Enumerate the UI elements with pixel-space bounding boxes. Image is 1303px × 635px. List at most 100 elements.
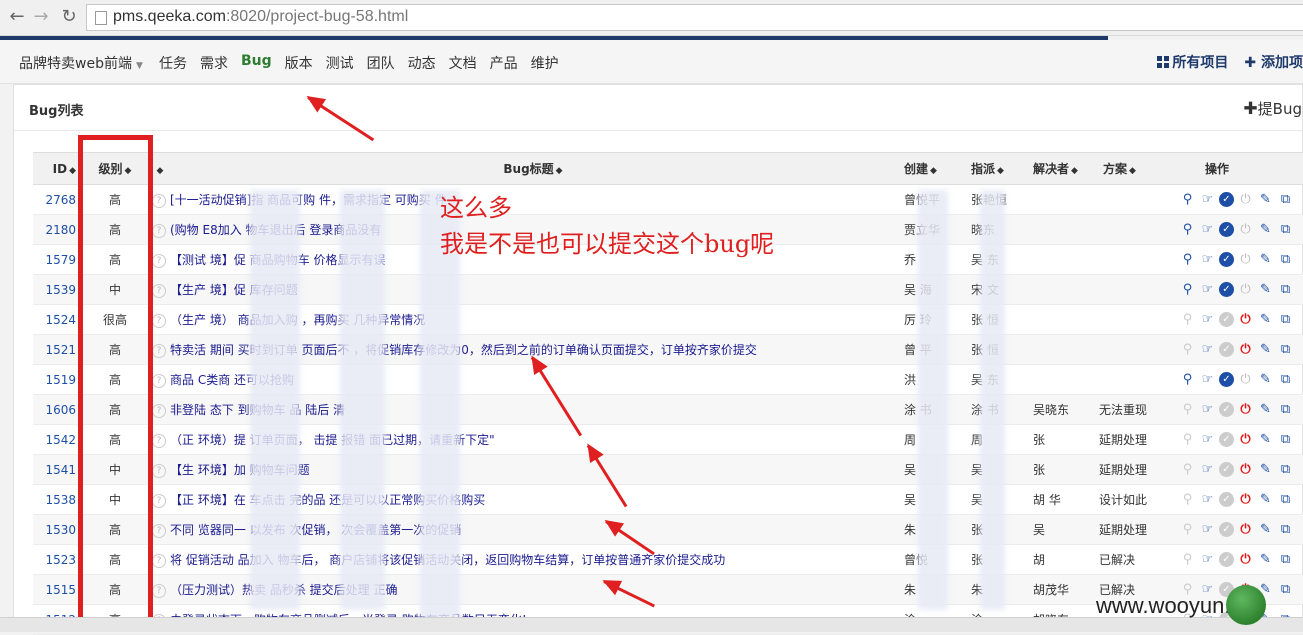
nav-item-5[interactable]: 团队 — [367, 53, 395, 73]
search-icon[interactable]: ⚲ — [1179, 341, 1196, 359]
bug-id-link[interactable]: 1579 — [33, 244, 80, 275]
edit-icon[interactable]: ✎ — [1257, 341, 1274, 359]
edit-icon[interactable]: ✎ — [1257, 431, 1274, 449]
add-project-link[interactable]: ✚ 添加项 — [1244, 52, 1303, 72]
resolve-icon[interactable]: ✓ — [1219, 342, 1234, 357]
edit-icon[interactable]: ✎ — [1257, 491, 1274, 509]
resolve-icon[interactable]: ✓ — [1219, 282, 1234, 297]
confirm-icon[interactable]: ☞ — [1199, 521, 1216, 539]
confirm-icon[interactable]: ☞ — [1199, 311, 1216, 329]
copy-icon[interactable]: ⧉ — [1277, 341, 1294, 359]
search-icon[interactable]: ⚲ — [1179, 401, 1196, 419]
col-assignee[interactable]: 指派 ◆ — [965, 152, 1027, 185]
question-icon[interactable]: ? — [152, 193, 166, 208]
table-row[interactable]: 1530 高? 不同 览器同一 以发布 次促销， 次会覆盖第一次的促销朱张吴延期处理… — [33, 514, 1303, 545]
confirm-icon[interactable]: ☞ — [1199, 191, 1216, 209]
table-row[interactable]: 1539中?【生产 境】促 库存问题吴 海宋 文⚲☞✓⏻✎⧉ — [33, 274, 1303, 305]
close-bug-icon[interactable]: ⏻ — [1237, 401, 1254, 419]
close-bug-icon[interactable]: ⏻ — [1237, 461, 1254, 479]
nav-item-0[interactable]: 任务 — [159, 53, 187, 73]
search-icon[interactable]: ⚲ — [1179, 551, 1196, 569]
table-row[interactable]: 1538 中? 【正 环境】在 车点击 完的品 还是可以以正常购买价格购买吴吴胡 华… — [33, 484, 1303, 515]
edit-icon[interactable]: ✎ — [1257, 551, 1274, 569]
edit-icon[interactable]: ✎ — [1257, 221, 1274, 239]
search-icon[interactable]: ⚲ — [1179, 281, 1196, 299]
resolve-icon[interactable]: ✓ — [1219, 462, 1234, 477]
resolve-icon[interactable]: ✓ — [1219, 522, 1234, 537]
question-icon[interactable]: ? — [152, 553, 166, 568]
bug-id-link[interactable]: 1530 — [33, 514, 80, 545]
copy-icon[interactable]: ⧉ — [1277, 491, 1294, 509]
close-bug-icon[interactable]: ⏻ — [1237, 221, 1254, 239]
search-icon[interactable]: ⚲ — [1179, 431, 1196, 449]
question-icon[interactable]: ? — [152, 433, 166, 448]
search-icon[interactable]: ⚲ — [1179, 191, 1196, 209]
nav-item-1[interactable]: 需求 — [200, 53, 228, 73]
edit-icon[interactable]: ✎ — [1257, 281, 1274, 299]
nav-item-6[interactable]: 动态 — [408, 53, 436, 73]
edit-icon[interactable]: ✎ — [1257, 401, 1274, 419]
bug-id-link[interactable]: 1515 — [33, 574, 80, 605]
question-icon[interactable]: ? — [152, 493, 166, 508]
search-icon[interactable]: ⚲ — [1179, 371, 1196, 389]
table-row[interactable]: 1519高?商品 C类商 还可以抢购洪吴 东⚲☞✓⏻✎⧉ — [33, 364, 1303, 395]
copy-icon[interactable]: ⧉ — [1277, 581, 1294, 599]
table-row[interactable]: 1606高?非登陆 态下 到购物车 品 陆后 清涂 书涂 书吴晓东无法重现⚲☞✓… — [33, 394, 1303, 425]
nav-item-8[interactable]: 产品 — [490, 53, 518, 73]
copy-icon[interactable]: ⧉ — [1277, 431, 1294, 449]
close-bug-icon[interactable]: ⏻ — [1237, 431, 1254, 449]
edit-icon[interactable]: ✎ — [1257, 371, 1274, 389]
table-row[interactable]: 1524很高?（生产 境） 商品加入购 ，再购买 几种异常情况厉 玲张 恒⚲☞✓… — [33, 304, 1303, 335]
nav-item-2[interactable]: Bug — [241, 53, 272, 73]
search-icon[interactable]: ⚲ — [1179, 311, 1196, 329]
copy-icon[interactable]: ⧉ — [1277, 311, 1294, 329]
bug-id-link[interactable]: 1523 — [33, 544, 80, 575]
question-icon[interactable]: ? — [152, 583, 166, 598]
copy-icon[interactable]: ⧉ — [1277, 371, 1294, 389]
copy-icon[interactable]: ⧉ — [1277, 281, 1294, 299]
forward-arrow-icon[interactable]: → — [30, 6, 52, 28]
confirm-icon[interactable]: ☞ — [1199, 341, 1216, 359]
search-icon[interactable]: ⚲ — [1179, 521, 1196, 539]
confirm-icon[interactable]: ☞ — [1199, 431, 1216, 449]
question-icon[interactable]: ? — [152, 223, 166, 238]
copy-icon[interactable]: ⧉ — [1277, 401, 1294, 419]
col-resolver[interactable]: 解决者 ◆ — [1027, 152, 1093, 185]
report-bug-button[interactable]: ✚提Bug — [1243, 98, 1302, 119]
bug-id-link[interactable]: 1541 — [33, 454, 80, 485]
confirm-icon[interactable]: ☞ — [1199, 251, 1216, 269]
question-icon[interactable]: ? — [152, 313, 166, 328]
horizontal-scrollbar[interactable] — [0, 617, 1303, 632]
copy-icon[interactable]: ⧉ — [1277, 551, 1294, 569]
search-icon[interactable]: ⚲ — [1179, 491, 1196, 509]
close-bug-icon[interactable]: ⏻ — [1237, 341, 1254, 359]
close-bug-icon[interactable]: ⏻ — [1237, 311, 1254, 329]
copy-icon[interactable]: ⧉ — [1277, 221, 1294, 239]
back-arrow-icon[interactable]: ← — [6, 6, 28, 28]
nav-item-7[interactable]: 文档 — [449, 53, 477, 73]
resolve-icon[interactable]: ✓ — [1219, 372, 1234, 387]
col-id[interactable]: ID ◆ — [33, 152, 80, 185]
question-icon[interactable]: ? — [152, 523, 166, 538]
close-bug-icon[interactable]: ⏻ — [1237, 251, 1254, 269]
question-icon[interactable]: ? — [152, 283, 166, 298]
resolve-icon[interactable]: ✓ — [1219, 402, 1234, 417]
col-solution[interactable]: 方案 ◆ — [1093, 152, 1175, 185]
confirm-icon[interactable]: ☞ — [1199, 461, 1216, 479]
resolve-icon[interactable]: ✓ — [1219, 192, 1234, 207]
bug-id-link[interactable]: 2768 — [33, 184, 80, 215]
copy-icon[interactable]: ⧉ — [1277, 191, 1294, 209]
confirm-icon[interactable]: ☞ — [1199, 221, 1216, 239]
reload-icon[interactable]: ↻ — [58, 6, 80, 28]
edit-icon[interactable]: ✎ — [1257, 251, 1274, 269]
close-bug-icon[interactable]: ⏻ — [1237, 551, 1254, 569]
edit-icon[interactable]: ✎ — [1257, 311, 1274, 329]
bug-id-link[interactable]: 1521 — [33, 334, 80, 365]
product-switcher[interactable]: 品牌特卖web前端 ▼ — [19, 53, 143, 73]
resolve-icon[interactable]: ✓ — [1219, 432, 1234, 447]
close-bug-icon[interactable]: ⏻ — [1237, 281, 1254, 299]
table-row[interactable]: 1541 中? 【生 环境】加 购物车问题吴吴张延期处理 ⚲ ☞ ✓ ⏻ ✎ ⧉ — [33, 454, 1303, 485]
col-title[interactable]: Bug标题 ◆ — [168, 152, 898, 185]
question-icon[interactable]: ? — [152, 343, 166, 358]
copy-icon[interactable]: ⧉ — [1277, 461, 1294, 479]
